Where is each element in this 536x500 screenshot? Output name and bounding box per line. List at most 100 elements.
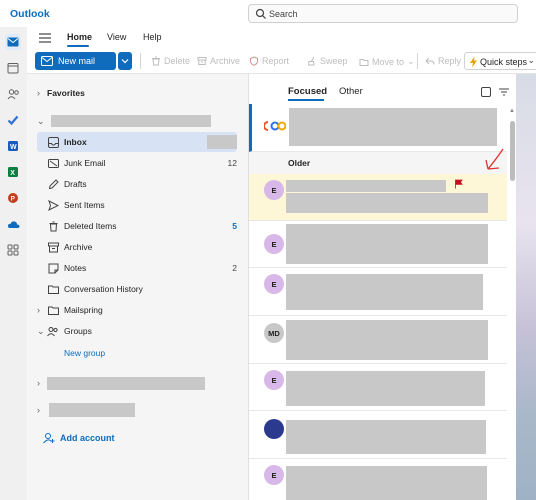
groups-header[interactable]: ⌄ Groups (37, 321, 237, 341)
message-row[interactable]: E (249, 364, 507, 411)
quick-steps-button[interactable]: Quick steps ⌄ (464, 52, 536, 70)
reply-label: Reply (438, 56, 462, 66)
report-button[interactable]: Report (249, 56, 289, 66)
new-mail-button[interactable]: New mail (35, 52, 116, 70)
powerpoint-app-button[interactable]: P (5, 190, 21, 206)
new-mail-icon (41, 56, 53, 66)
chevron-down-icon: ⌄ (37, 115, 45, 126)
app-title[interactable]: Outlook (10, 8, 50, 20)
folder-label: Archive (64, 242, 93, 252)
tab-other[interactable]: Other (339, 86, 363, 97)
chevron-down-icon: ⌄ (37, 325, 45, 336)
redacted-preview (286, 466, 487, 500)
avatar: E (264, 370, 284, 390)
account-header[interactable]: ⌄ (37, 111, 237, 131)
app-rail: W X P (0, 27, 27, 500)
archive-label: Archive (210, 56, 241, 66)
redacted-account-name (49, 403, 135, 417)
new-group-label: New group (64, 348, 106, 358)
folder-item-mailspring[interactable]: › Mailspring (37, 300, 237, 320)
message-row[interactable] (249, 411, 507, 459)
folder-item-archive[interactable]: Archive (37, 237, 237, 257)
select-mode-icon[interactable] (480, 86, 492, 98)
message-row[interactable]: E (249, 268, 507, 316)
reply-button[interactable]: Reply (425, 56, 461, 66)
message-row[interactable]: E (249, 221, 507, 268)
broom-icon (307, 56, 315, 66)
trash-icon (152, 56, 160, 66)
svg-text:P: P (11, 196, 16, 203)
archive-button[interactable]: Archive (197, 56, 240, 66)
tab-help[interactable]: Help (143, 32, 162, 42)
mail-app-button[interactable] (5, 34, 21, 50)
message-row[interactable]: E (249, 459, 507, 500)
new-group-link[interactable]: New group (37, 343, 237, 363)
flag-icon[interactable] (454, 179, 464, 189)
new-mail-dropdown[interactable] (118, 52, 132, 70)
folder-item-conversation-history[interactable]: Conversation History (37, 279, 237, 299)
word-app-button[interactable]: W (5, 138, 21, 154)
onedrive-app-button[interactable] (5, 216, 21, 232)
add-account-label: Add account (60, 433, 115, 443)
word-icon: W (8, 141, 18, 151)
sweep-button[interactable]: Sweep (307, 56, 348, 66)
folder-label: Junk Email (64, 158, 106, 168)
search-icon (255, 8, 266, 19)
send-icon (47, 199, 59, 211)
folder-label: Mailspring (64, 305, 103, 315)
reading-pane-background (516, 74, 536, 500)
mail-icon (7, 37, 19, 47)
folder-item-junk[interactable]: Junk Email 12 (37, 153, 237, 173)
tab-view[interactable]: View (107, 32, 126, 42)
search-box[interactable]: Search (248, 4, 518, 23)
date-group-header: Older (249, 152, 507, 174)
scroll-up-arrow[interactable]: ▲ (509, 108, 515, 114)
svg-text:X: X (10, 170, 15, 177)
folder-item-deleted[interactable]: Deleted Items 5 (37, 216, 237, 236)
toolbar-divider (140, 53, 141, 69)
message-row[interactable] (249, 104, 507, 152)
add-account-button[interactable]: Add account (37, 428, 237, 448)
folder-item-drafts[interactable]: Drafts (37, 174, 237, 194)
folder-label: Sent Items (64, 200, 105, 210)
quick-steps-label: Quick steps (480, 57, 528, 67)
unread-count: 12 (227, 158, 237, 168)
older-label: Older (288, 158, 311, 168)
favorites-header[interactable]: › Favorites (37, 83, 237, 103)
sweep-label: Sweep (320, 56, 348, 66)
calendar-icon (7, 63, 19, 74)
move-to-label: Move to (372, 56, 405, 67)
folder-item-inbox[interactable]: Inbox (37, 132, 237, 152)
pencil-icon (47, 178, 59, 190)
tab-home[interactable]: Home (67, 32, 92, 42)
excel-app-button[interactable]: X (5, 164, 21, 180)
todo-app-button[interactable] (5, 112, 21, 128)
more-apps-button[interactable] (5, 242, 21, 258)
calendar-app-button[interactable] (5, 60, 21, 76)
hamburger-menu-icon[interactable] (39, 33, 51, 43)
redacted-preview (286, 420, 486, 454)
folder-pane: › Favorites ⌄ Inbox Junk Email 12 Drafts… (27, 74, 248, 500)
search-placeholder: Search (269, 9, 298, 19)
redacted-preview (289, 108, 497, 146)
filter-icon[interactable] (498, 86, 510, 98)
report-label: Report (262, 56, 290, 66)
folder-item-notes[interactable]: Notes 2 (37, 258, 237, 278)
avatar (264, 419, 284, 439)
collapsed-account-2[interactable]: › (37, 400, 237, 420)
tab-focused[interactable]: Focused (288, 86, 327, 97)
unread-count: 2 (232, 263, 237, 273)
ribbon-toolbar: New mail Delete Archive Report Sweep Mov… (27, 49, 536, 74)
message-row[interactable]: MD (249, 316, 507, 364)
delete-label: Delete (164, 56, 191, 66)
message-row[interactable]: E (249, 148, 507, 221)
delete-button[interactable]: Delete (151, 56, 190, 66)
collapsed-account-1[interactable]: › (37, 373, 237, 393)
svg-text:W: W (10, 144, 17, 151)
people-app-button[interactable] (5, 86, 21, 102)
move-to-button[interactable]: Move to ⌄ (359, 56, 415, 67)
redacted-preview (286, 274, 483, 310)
folder-item-sent[interactable]: Sent Items (37, 195, 237, 215)
avatar: MD (264, 323, 284, 343)
scrollbar-thumb[interactable] (510, 121, 515, 181)
